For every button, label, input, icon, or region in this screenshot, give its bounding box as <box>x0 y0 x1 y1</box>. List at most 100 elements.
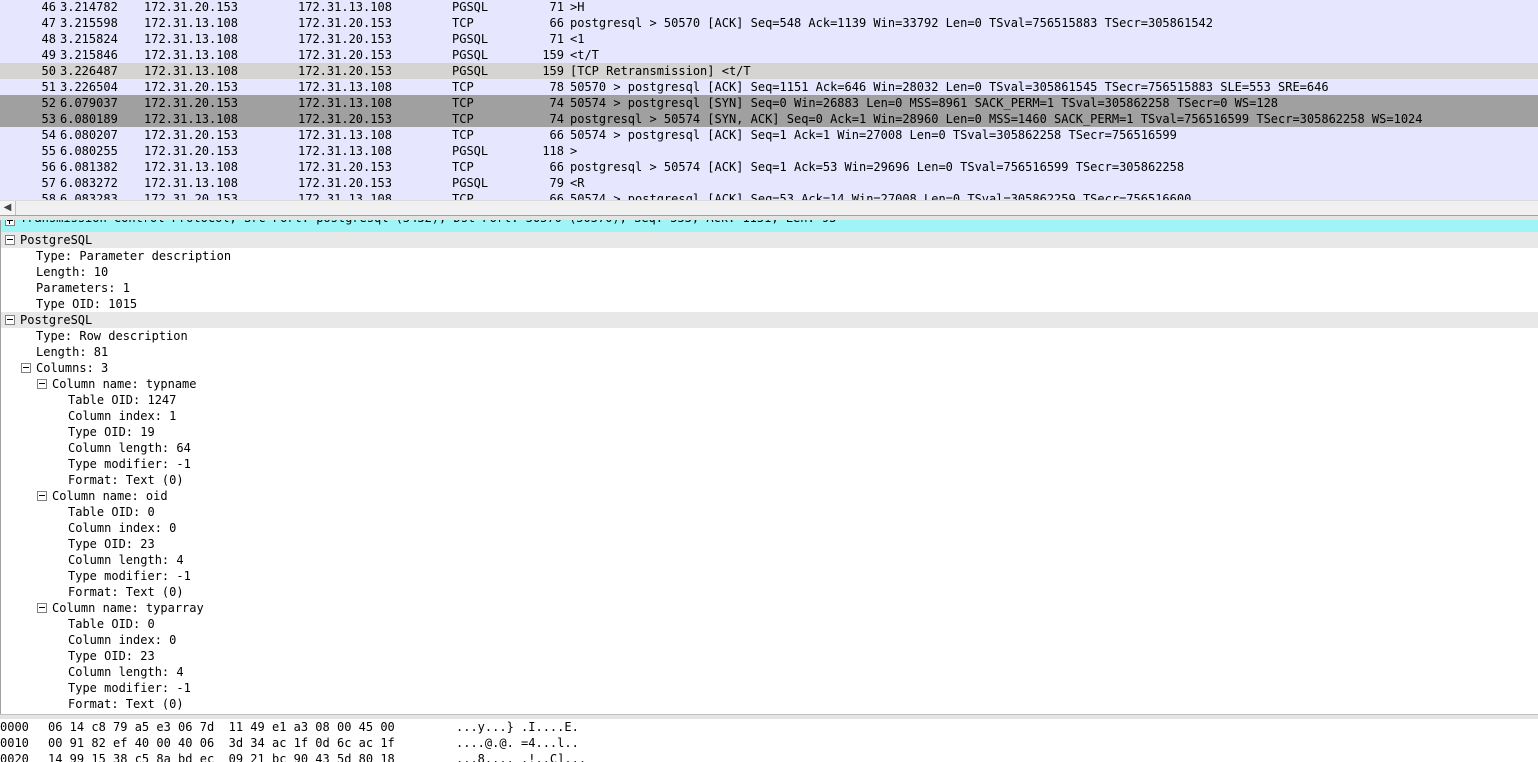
packet-info: > <box>570 144 578 158</box>
tree-item-column-field[interactable]: Type OID: 23 <box>68 648 155 664</box>
tree-item-column-field[interactable]: Format: Text (0) <box>68 696 184 712</box>
tree-item-column-field[interactable]: Table OID: 0 <box>68 504 155 520</box>
packet-number: 48 <box>41 32 56 46</box>
tree-expand-icon[interactable] <box>5 220 15 226</box>
packet-protocol: TCP <box>452 16 474 30</box>
packet-number: 57 <box>41 176 56 190</box>
packet-time: 6.080189 <box>60 112 118 126</box>
packet-source: 172.31.13.108 <box>144 48 238 62</box>
packet-destination: 172.31.20.153 <box>298 176 392 190</box>
tree-item-column-field[interactable]: Column index: 0 <box>68 632 176 648</box>
packet-destination: 172.31.13.108 <box>298 144 392 158</box>
packet-protocol: TCP <box>452 160 474 174</box>
bytes-offset: 0000 <box>0 720 29 734</box>
packet-row[interactable]: 56 6.081382 172.31.13.108 172.31.20.153 TCP 6… <box>0 159 1538 175</box>
packet-info: <1 <box>570 32 585 46</box>
packet-list[interactable]: 46 3.214782 172.31.20.153 172.31.13.108 PGSQ… <box>0 0 1538 200</box>
packet-source: 172.31.13.108 <box>144 176 238 190</box>
tree-item-column-field[interactable]: Type modifier: -1 <box>68 568 191 584</box>
packet-row[interactable]: 49 3.215846 172.31.13.108 172.31.20.153 PGSQ… <box>0 47 1538 63</box>
packet-protocol: PGSQL <box>452 176 489 190</box>
tree-item-tcp[interactable]: Transmission Control Protocol, Src Port:… <box>20 220 836 226</box>
tree-item-columns[interactable]: Columns: 3 <box>36 360 108 376</box>
packet-length: 66 <box>549 128 564 142</box>
packet-protocol: TCP <box>452 96 474 110</box>
tree-item-column-field[interactable]: Column length: 64 <box>68 440 191 456</box>
tree-item-column-field[interactable]: Column length: 4 <box>68 552 184 568</box>
tree-item-column-field[interactable]: Format: Text (0) <box>68 472 184 488</box>
packet-destination: 172.31.13.108 <box>298 0 392 14</box>
packet-length: 66 <box>549 192 564 200</box>
tree-collapse-icon[interactable] <box>21 363 31 373</box>
packet-info: 50574 > postgresql [SYN] Seq=0 Win=26883… <box>570 96 1279 110</box>
tree-item-column-field[interactable]: Format: Text (0) <box>68 584 184 600</box>
packet-destination: 172.31.20.153 <box>298 32 392 46</box>
packet-number: 51 <box>41 80 56 94</box>
packet-list-horizontal-scrollbar[interactable]: ◀ <box>0 200 1538 216</box>
packet-time: 6.081382 <box>60 160 118 174</box>
tree-item-column-field[interactable]: Table OID: 0 <box>68 616 155 632</box>
packet-row[interactable]: 48 3.215824 172.31.13.108 172.31.20.153 PGSQ… <box>0 31 1538 47</box>
packet-info: >H <box>570 0 585 14</box>
tree-collapse-icon[interactable] <box>5 315 15 325</box>
packet-row[interactable]: 51 3.226504 172.31.20.153 172.31.13.108 TCP 7… <box>0 79 1538 95</box>
tree-item-field[interactable]: Type OID: 1015 <box>36 296 137 312</box>
packet-destination: 172.31.13.108 <box>298 80 392 94</box>
packet-length: 159 <box>542 64 564 78</box>
packet-number: 55 <box>41 144 56 158</box>
packet-row[interactable]: 58 6.083283 172.31.20.153 172.31.13.108 TCP 6… <box>0 191 1538 200</box>
packet-length: 78 <box>549 80 564 94</box>
tree-item-field[interactable]: Length: 81 <box>36 344 108 360</box>
packet-source: 172.31.20.153 <box>144 128 238 142</box>
tree-item-column[interactable]: Column name: oid <box>52 488 168 504</box>
tree-collapse-icon[interactable] <box>37 603 47 613</box>
tree-item-column-field[interactable]: Type OID: 19 <box>68 424 155 440</box>
packet-row[interactable]: 52 6.079037 172.31.20.153 172.31.13.108 TCP 7… <box>0 95 1538 111</box>
packet-protocol: PGSQL <box>452 48 489 62</box>
bytes-offset: 0010 <box>0 736 29 750</box>
packet-row[interactable]: 57 6.083272 172.31.13.108 172.31.20.153 PGSQ… <box>0 175 1538 191</box>
packet-source: 172.31.20.153 <box>144 80 238 94</box>
tree-item-postgresql[interactable]: PostgreSQL <box>20 232 92 248</box>
packet-row[interactable]: 50 3.226487 172.31.13.108 172.31.20.153 PGSQ… <box>0 63 1538 79</box>
tree-item-column-field[interactable]: Column length: 4 <box>68 664 184 680</box>
packet-protocol: TCP <box>452 128 474 142</box>
packet-row[interactable]: 54 6.080207 172.31.20.153 172.31.13.108 TCP 6… <box>0 127 1538 143</box>
tree-collapse-icon[interactable] <box>37 491 47 501</box>
packet-protocol: PGSQL <box>452 32 489 46</box>
packet-details-pane[interactable]: Transmission Control Protocol, Src Port:… <box>0 220 1538 714</box>
packet-bytes-pane[interactable]: 0000 06 14 c8 79 a5 e3 06 7d 11 49 e1 a3 … <box>0 719 1538 762</box>
tree-item-column-field[interactable]: Type modifier: -1 <box>68 680 191 696</box>
tree-item-field[interactable]: Type: Row description <box>36 328 188 344</box>
packet-time: 3.215846 <box>60 48 118 62</box>
tree-item-column-field[interactable]: Column index: 0 <box>68 520 176 536</box>
packet-row[interactable]: 53 6.080189 172.31.13.108 172.31.20.153 TCP 7… <box>0 111 1538 127</box>
tree-item-column-field[interactable]: Table OID: 1247 <box>68 392 176 408</box>
packet-row[interactable]: 46 3.214782 172.31.20.153 172.31.13.108 PGSQ… <box>0 0 1538 15</box>
tree-collapse-icon[interactable] <box>5 235 15 245</box>
tree-item-column-field[interactable]: Type modifier: -1 <box>68 456 191 472</box>
tree-item-column-field[interactable]: Type OID: 23 <box>68 536 155 552</box>
packet-protocol: TCP <box>452 192 474 200</box>
packet-length: 74 <box>549 112 564 126</box>
packet-time: 6.083272 <box>60 176 118 190</box>
packet-time: 6.080255 <box>60 144 118 158</box>
packet-row[interactable]: 47 3.215598 172.31.13.108 172.31.20.153 TCP 6… <box>0 15 1538 31</box>
tree-item-field[interactable]: Parameters: 1 <box>36 280 130 296</box>
packet-length: 159 <box>542 48 564 62</box>
tree-item-column-field[interactable]: Column index: 1 <box>68 408 176 424</box>
packet-number: 56 <box>41 160 56 174</box>
packet-source: 172.31.20.153 <box>144 144 238 158</box>
tree-collapse-icon[interactable] <box>37 379 47 389</box>
tree-item-postgresql[interactable]: PostgreSQL <box>20 312 92 328</box>
packet-source: 172.31.20.153 <box>144 96 238 110</box>
bytes-hex: 14 99 15 38 c5 8a bd ec 09 21 bc 90 43 5… <box>48 752 395 762</box>
packet-row[interactable]: 55 6.080255 172.31.20.153 172.31.13.108 PGSQ… <box>0 143 1538 159</box>
packet-number: 54 <box>41 128 56 142</box>
tree-item-column[interactable]: Column name: typname <box>52 376 197 392</box>
scroll-left-arrow-icon[interactable]: ◀ <box>0 201 16 215</box>
packet-length: 74 <box>549 96 564 110</box>
tree-item-column[interactable]: Column name: typarray <box>52 600 204 616</box>
tree-item-field[interactable]: Length: 10 <box>36 264 108 280</box>
tree-item-field[interactable]: Type: Parameter description <box>36 248 231 264</box>
